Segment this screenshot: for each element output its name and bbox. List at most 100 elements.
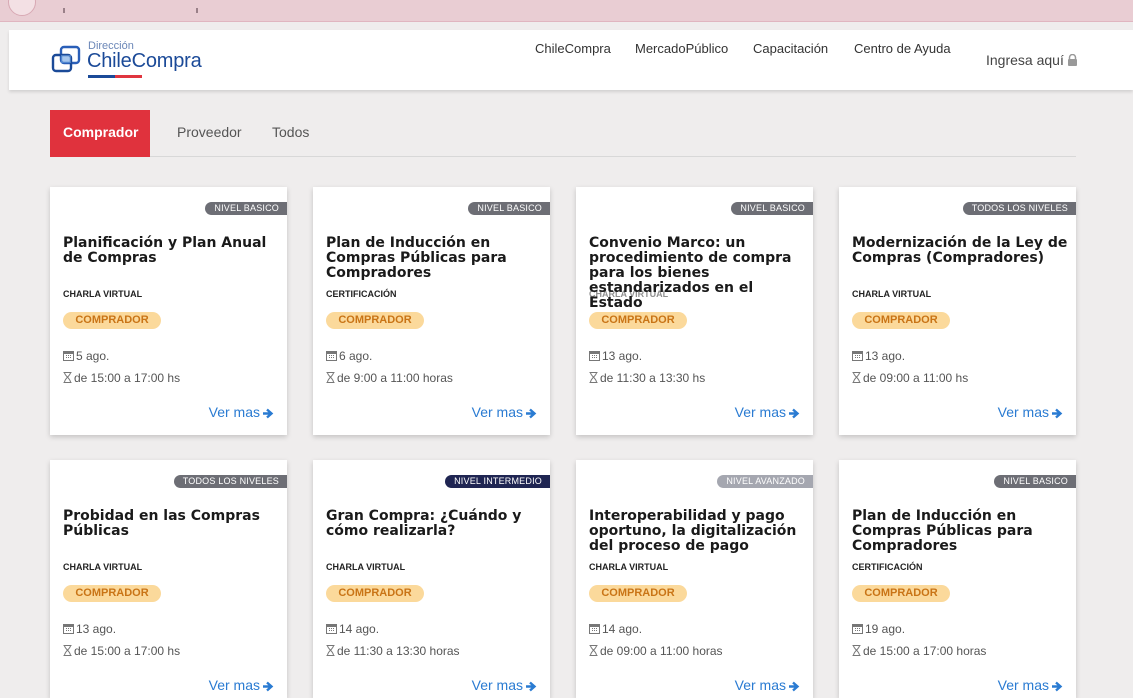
ver-mas-label: Ver mas bbox=[997, 677, 1049, 693]
calendar-icon bbox=[63, 623, 74, 637]
date-text: 13 ago. bbox=[76, 622, 117, 636]
level-badge: NIVEL BASICO bbox=[731, 202, 813, 215]
ver-mas-link[interactable]: Ver mas bbox=[998, 677, 1063, 693]
course-time: de 09:00 a 11:00 hs bbox=[852, 371, 968, 386]
course-type: CHARLA VIRTUAL bbox=[63, 562, 143, 572]
tab-todos[interactable]: Todos bbox=[272, 110, 309, 157]
course-date: 6 ago. bbox=[326, 349, 372, 364]
hourglass-icon bbox=[63, 645, 72, 659]
course-title: Gran Compra: ¿Cuándo y cómo realizarla? bbox=[326, 508, 522, 539]
nav-capacitacion[interactable]: Capacitación bbox=[753, 41, 828, 56]
ver-mas-label: Ver mas bbox=[997, 404, 1049, 420]
course-card[interactable]: TODOS LOS NIVELES Modernización de la Le… bbox=[839, 187, 1076, 435]
calendar-icon bbox=[63, 350, 74, 364]
hourglass-icon bbox=[326, 372, 335, 386]
course-title: Convenio Marco: un procedimiento de comp… bbox=[589, 235, 792, 311]
tab-comprador[interactable]: Comprador bbox=[50, 110, 150, 157]
ver-mas-link[interactable]: Ver mas bbox=[209, 677, 274, 693]
course-time: de 9:00 a 11:00 horas bbox=[326, 371, 453, 386]
ver-mas-link[interactable]: Ver mas bbox=[735, 404, 800, 420]
arrow-right-icon bbox=[789, 408, 800, 419]
divider bbox=[196, 8, 198, 13]
course-time: de 15:00 a 17:00 hs bbox=[63, 644, 180, 659]
tab-proveedor[interactable]: Proveedor bbox=[177, 110, 242, 157]
hourglass-icon bbox=[326, 645, 335, 659]
login-link[interactable]: Ingresa aquí bbox=[986, 52, 1078, 69]
arrow-right-icon bbox=[263, 681, 274, 692]
divider bbox=[63, 8, 65, 13]
audience-badge: COMPRADOR bbox=[589, 312, 687, 329]
ver-mas-link[interactable]: Ver mas bbox=[735, 677, 800, 693]
ver-mas-link[interactable]: Ver mas bbox=[472, 677, 537, 693]
date-text: 13 ago. bbox=[865, 349, 906, 363]
ver-mas-label: Ver mas bbox=[734, 677, 786, 693]
course-title: Plan de Inducción en Compras Públicas pa… bbox=[326, 235, 507, 281]
course-type: CHARLA VIRTUAL bbox=[852, 289, 932, 299]
level-badge: NIVEL INTERMEDIO bbox=[445, 475, 550, 488]
audience-badge: COMPRADOR bbox=[63, 585, 161, 602]
audience-badge: COMPRADOR bbox=[326, 585, 424, 602]
nav-centro-de-ayuda[interactable]: Centro de Ayuda bbox=[854, 41, 951, 56]
level-badge: NIVEL BASICO bbox=[994, 475, 1076, 488]
hourglass-icon bbox=[589, 645, 598, 659]
course-card[interactable]: NIVEL AVANZADO Interoperabilidad y pago … bbox=[576, 460, 813, 698]
ver-mas-label: Ver mas bbox=[208, 404, 260, 420]
course-date: 19 ago. bbox=[852, 622, 905, 637]
course-title: Probidad en las Compras Públicas bbox=[63, 508, 260, 539]
time-text: de 15:00 a 17:00 hs bbox=[74, 371, 181, 385]
time-text: de 11:30 a 13:30 horas bbox=[337, 644, 460, 658]
level-badge: TODOS LOS NIVELES bbox=[962, 202, 1076, 215]
level-badge: NIVEL AVANZADO bbox=[717, 475, 813, 488]
ver-mas-label: Ver mas bbox=[734, 404, 786, 420]
audience-badge: COMPRADOR bbox=[326, 312, 424, 329]
ver-mas-link[interactable]: Ver mas bbox=[472, 404, 537, 420]
date-text: 5 ago. bbox=[76, 349, 110, 363]
time-text: de 9:00 a 11:00 horas bbox=[337, 371, 453, 385]
course-time: de 09:00 a 11:00 horas bbox=[589, 644, 723, 659]
course-card[interactable]: NIVEL BASICO Plan de Inducción en Compra… bbox=[839, 460, 1076, 698]
course-card[interactable]: NIVEL BASICO Plan de Inducción en Compra… bbox=[313, 187, 550, 435]
nav-chilecompra[interactable]: ChileCompra bbox=[535, 41, 611, 56]
course-title: Interoperabilidad y pago oportuno, la di… bbox=[589, 508, 797, 554]
audience-badge: COMPRADOR bbox=[852, 312, 950, 329]
login-label: Ingresa aquí bbox=[986, 52, 1064, 68]
time-text: de 09:00 a 11:00 horas bbox=[600, 644, 723, 658]
date-text: 14 ago. bbox=[602, 622, 643, 636]
arrow-right-icon bbox=[1052, 408, 1063, 419]
date-text: 13 ago. bbox=[602, 349, 643, 363]
ver-mas-label: Ver mas bbox=[471, 677, 523, 693]
course-card[interactable]: TODOS LOS NIVELES Probidad en las Compra… bbox=[50, 460, 287, 698]
course-title: Plan de Inducción en Compras Públicas pa… bbox=[852, 508, 1033, 554]
course-card[interactable]: NIVEL BASICO Planificación y Plan Anual … bbox=[50, 187, 287, 435]
audience-badge: COMPRADOR bbox=[589, 585, 687, 602]
nav-mercadopublico[interactable]: MercadoPúblico bbox=[635, 41, 728, 56]
course-time: de 11:30 a 13:30 hs bbox=[589, 371, 705, 386]
hourglass-icon bbox=[589, 372, 598, 386]
ver-mas-link[interactable]: Ver mas bbox=[209, 404, 274, 420]
ver-mas-link[interactable]: Ver mas bbox=[998, 404, 1063, 420]
course-type: CERTIFICACIóN bbox=[852, 562, 923, 572]
course-type: CHARLA VIRTUAL bbox=[326, 562, 406, 572]
level-badge: NIVEL BASICO bbox=[468, 202, 550, 215]
course-type: CERTIFICACIóN bbox=[326, 289, 397, 299]
calendar-icon bbox=[852, 350, 863, 364]
course-type: CHARLA VIRTUAL bbox=[589, 562, 669, 572]
time-text: de 09:00 a 11:00 hs bbox=[863, 371, 969, 385]
audience-badge: COMPRADOR bbox=[63, 312, 161, 329]
course-card[interactable]: NIVEL BASICO Convenio Marco: un procedim… bbox=[576, 187, 813, 435]
course-time: de 15:00 a 17:00 hs bbox=[63, 371, 180, 386]
calendar-icon bbox=[589, 350, 600, 364]
ver-mas-label: Ver mas bbox=[208, 677, 260, 693]
course-time: de 15:00 a 17:00 horas bbox=[852, 644, 986, 659]
level-badge: NIVEL BASICO bbox=[205, 202, 287, 215]
course-card[interactable]: NIVEL INTERMEDIO Gran Compra: ¿Cuándo y … bbox=[313, 460, 550, 698]
arrow-right-icon bbox=[789, 681, 800, 692]
hourglass-icon bbox=[852, 645, 861, 659]
calendar-icon bbox=[852, 623, 863, 637]
arrow-right-icon bbox=[1052, 681, 1063, 692]
course-title: Planificación y Plan Anual de Compras bbox=[63, 235, 267, 266]
course-date: 13 ago. bbox=[63, 622, 116, 637]
course-type: CHARLA VIRTUAL bbox=[589, 289, 669, 299]
date-text: 19 ago. bbox=[865, 622, 906, 636]
course-date: 14 ago. bbox=[326, 622, 379, 637]
